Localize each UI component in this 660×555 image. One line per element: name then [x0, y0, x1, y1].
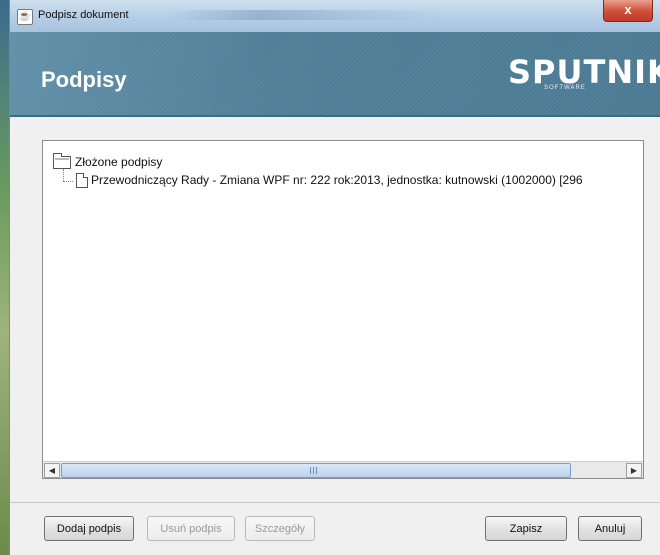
tree-root-label: Złożone podpisy: [75, 155, 163, 169]
scroll-thumb[interactable]: [61, 463, 571, 478]
title-bar[interactable]: ☕ Podpisz dokument x: [10, 0, 660, 32]
tree-connector-vertical: [63, 169, 64, 181]
remove-signature-button[interactable]: Usuń podpis: [147, 516, 235, 541]
header-divider: [10, 115, 660, 117]
footer-separator: [10, 502, 660, 503]
dialog-window: ☕ Podpisz dokument x Podpisy SPUTNIK SOF…: [9, 0, 660, 555]
close-button[interactable]: x: [603, 0, 653, 22]
sputnik-logo: SPUTNIK SOFTWARE: [508, 52, 660, 96]
signatures-tree-panel[interactable]: Złożone podpisy Przewodniczący Rady - Zm…: [42, 140, 644, 479]
save-button[interactable]: Zapisz: [485, 516, 567, 541]
title-bar-glare: [170, 10, 440, 20]
tree-connector-horizontal: [63, 181, 73, 182]
add-signature-button[interactable]: Dodaj podpis: [44, 516, 134, 541]
tree-child-node[interactable]: Przewodniczący Rady - Zmiana WPF nr: 222…: [76, 172, 642, 188]
scroll-left-arrow-icon[interactable]: ◀: [44, 463, 60, 478]
horizontal-scrollbar[interactable]: ◀ ▶: [43, 461, 643, 478]
folder-icon: [53, 152, 71, 169]
window-title: Podpisz dokument: [38, 9, 129, 21]
scroll-right-arrow-icon[interactable]: ▶: [626, 463, 642, 478]
tree-child-label: Przewodniczący Rady - Zmiana WPF nr: 222…: [91, 173, 583, 187]
tree-root-node[interactable]: Złożone podpisy: [53, 152, 163, 170]
logo-sub-text: SOFTWARE: [544, 85, 586, 91]
cancel-button[interactable]: Anuluj: [578, 516, 642, 541]
header-title: Podpisy: [41, 67, 127, 92]
desktop-background-strip: [0, 0, 9, 555]
header-banner: Podpisy SPUTNIK SOFTWARE: [10, 32, 660, 115]
document-icon: [76, 172, 88, 188]
scroll-grip-icon: [310, 467, 318, 474]
java-app-icon: ☕: [17, 9, 33, 25]
details-button[interactable]: Szczegóły: [245, 516, 315, 541]
